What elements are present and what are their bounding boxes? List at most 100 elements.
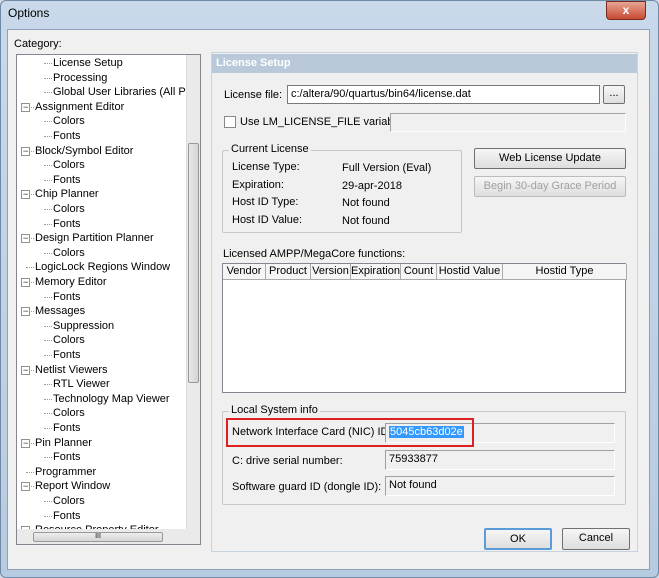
tree-item[interactable]: Assignment Editor — [35, 100, 124, 114]
tree-item[interactable]: Memory Editor — [35, 275, 107, 289]
tree-item[interactable]: RTL Viewer — [53, 377, 110, 391]
tree-connector — [44, 340, 52, 342]
tree-item[interactable]: Report Window — [35, 479, 110, 493]
license-field-label: Expiration: — [232, 178, 284, 191]
tree-connector — [44, 252, 52, 254]
tree-item[interactable]: Block/Symbol Editor — [35, 144, 133, 158]
web-license-update-button[interactable]: Web License Update — [474, 148, 626, 169]
tree-connector — [44, 223, 52, 225]
column-header[interactable]: Vendor — [223, 264, 266, 280]
column-header[interactable]: Product — [266, 264, 311, 280]
tree-item[interactable]: Colors — [53, 406, 85, 420]
lm-license-input[interactable] — [390, 113, 626, 132]
tree-item[interactable]: Colors — [53, 202, 85, 216]
tree-connector — [26, 282, 34, 283]
tree-connector — [44, 515, 52, 517]
tree-connector — [44, 413, 52, 415]
ok-button[interactable]: OK — [484, 528, 552, 550]
tree-item[interactable]: Global User Libraries (All Projects) — [53, 85, 200, 99]
tree-item[interactable]: Suppression — [53, 319, 114, 333]
tree-connector — [26, 471, 34, 473]
highlight-box — [226, 418, 474, 447]
tree-item[interactable]: Colors — [53, 246, 85, 260]
license-field-value: Not found — [342, 197, 390, 209]
column-header[interactable]: Hostid Value — [437, 264, 503, 280]
column-header[interactable]: Version — [311, 264, 351, 280]
category-label: Category: — [14, 38, 62, 50]
tree-connector — [44, 77, 52, 79]
tree-connector — [26, 267, 34, 269]
cancel-button[interactable]: Cancel — [562, 528, 630, 550]
tree-item[interactable]: LogicLock Regions Window — [35, 260, 170, 274]
tree-item[interactable]: Fonts — [53, 129, 81, 143]
license-file-label: License file: — [224, 89, 283, 101]
c-drive-serial-label: C: drive serial number: — [232, 455, 343, 467]
tree-connector — [44, 296, 52, 298]
tree-connector — [26, 106, 34, 108]
tree-connector — [26, 150, 34, 152]
tree-connector — [44, 384, 52, 386]
tree-hscroll-thumb[interactable]: III — [33, 532, 163, 542]
lm-license-label: Use LM_LICENSE_FILE variable: — [240, 116, 406, 128]
license-field-label: Host ID Value: — [232, 213, 303, 226]
lm-license-checkbox[interactable] — [224, 116, 236, 128]
tree-connector — [44, 457, 52, 459]
column-header[interactable]: Count — [401, 264, 437, 280]
tree-connector — [26, 311, 34, 313]
tree-item[interactable]: Design Partition Planner — [35, 231, 154, 245]
tree-item[interactable]: Fonts — [53, 421, 81, 435]
tree-connector — [26, 369, 34, 371]
column-header[interactable]: Expiration — [351, 264, 401, 280]
tree-item[interactable]: Fonts — [53, 509, 81, 523]
licensed-functions-label: Licensed AMPP/MegaCore functions: — [223, 248, 406, 260]
tree-connector — [44, 398, 52, 400]
tree-connector — [44, 136, 52, 137]
tree-item[interactable]: Fonts — [53, 173, 81, 187]
tree-connector — [44, 165, 52, 167]
category-tree[interactable]: −Resource Property EditorFontsColors−Rep… — [16, 54, 201, 545]
tree-connector — [44, 63, 52, 64]
begin-grace-period-button: Begin 30-day Grace Period — [474, 176, 626, 197]
tree-item[interactable]: Pin Planner — [35, 436, 92, 450]
tree-connector — [44, 179, 52, 181]
c-drive-serial-field[interactable]: 75933877 — [385, 450, 615, 470]
tree-item[interactable]: Messages — [35, 304, 85, 318]
tree-item[interactable]: Fonts — [53, 290, 81, 304]
tree-item[interactable]: Colors — [53, 114, 85, 128]
tree-connector — [26, 486, 34, 488]
tree-connector — [44, 209, 52, 210]
tree-item[interactable]: Fonts — [53, 450, 81, 464]
tree-item[interactable]: Technology Map Viewer — [53, 392, 170, 406]
tree-scroll-thumb[interactable] — [188, 143, 199, 383]
browse-button[interactable]: ... — [603, 85, 625, 104]
license-field-value: Full Version (Eval) — [342, 162, 432, 174]
license-file-input[interactable]: c:/altera/90/quartus/bin64/license.dat — [287, 85, 600, 104]
tree-item[interactable]: Netlist Viewers — [35, 363, 108, 377]
tree-item[interactable]: Colors — [53, 158, 85, 172]
current-license-title: Current License — [229, 143, 311, 155]
tree-item[interactable]: Processing — [53, 71, 107, 85]
tree-item[interactable]: Programmer — [35, 465, 96, 479]
tree-item[interactable]: Colors — [53, 333, 85, 347]
licensed-functions-table[interactable]: Vendor Product Version Expiration Count Hosti… — [222, 263, 627, 393]
license-field-value: Not found — [342, 214, 390, 227]
tree-connector — [44, 355, 52, 356]
dongle-id-label: Software guard ID (dongle ID): — [232, 481, 382, 493]
tree-connector — [44, 501, 52, 502]
tree-item[interactable]: Fonts — [53, 217, 81, 231]
tree-item[interactable]: Chip Planner — [35, 187, 99, 201]
dongle-id-field[interactable]: Not found — [385, 476, 615, 496]
tree-connector — [26, 194, 34, 196]
panel-header: License Setup — [212, 54, 637, 73]
license-field-label: License Type: — [232, 161, 300, 173]
tree-item[interactable]: Fonts — [53, 348, 81, 362]
license-field-value: 29-apr-2018 — [342, 179, 402, 192]
tree-connector — [44, 92, 52, 94]
column-header[interactable]: Hostid Type — [503, 264, 627, 280]
tree-connector — [26, 238, 34, 240]
tree-item[interactable]: License Setup — [53, 56, 123, 70]
tree-item[interactable]: Colors — [53, 494, 85, 508]
local-system-info-title: Local System info — [229, 404, 320, 416]
tree-connector — [44, 121, 52, 123]
close-button[interactable]: x — [606, 1, 646, 20]
